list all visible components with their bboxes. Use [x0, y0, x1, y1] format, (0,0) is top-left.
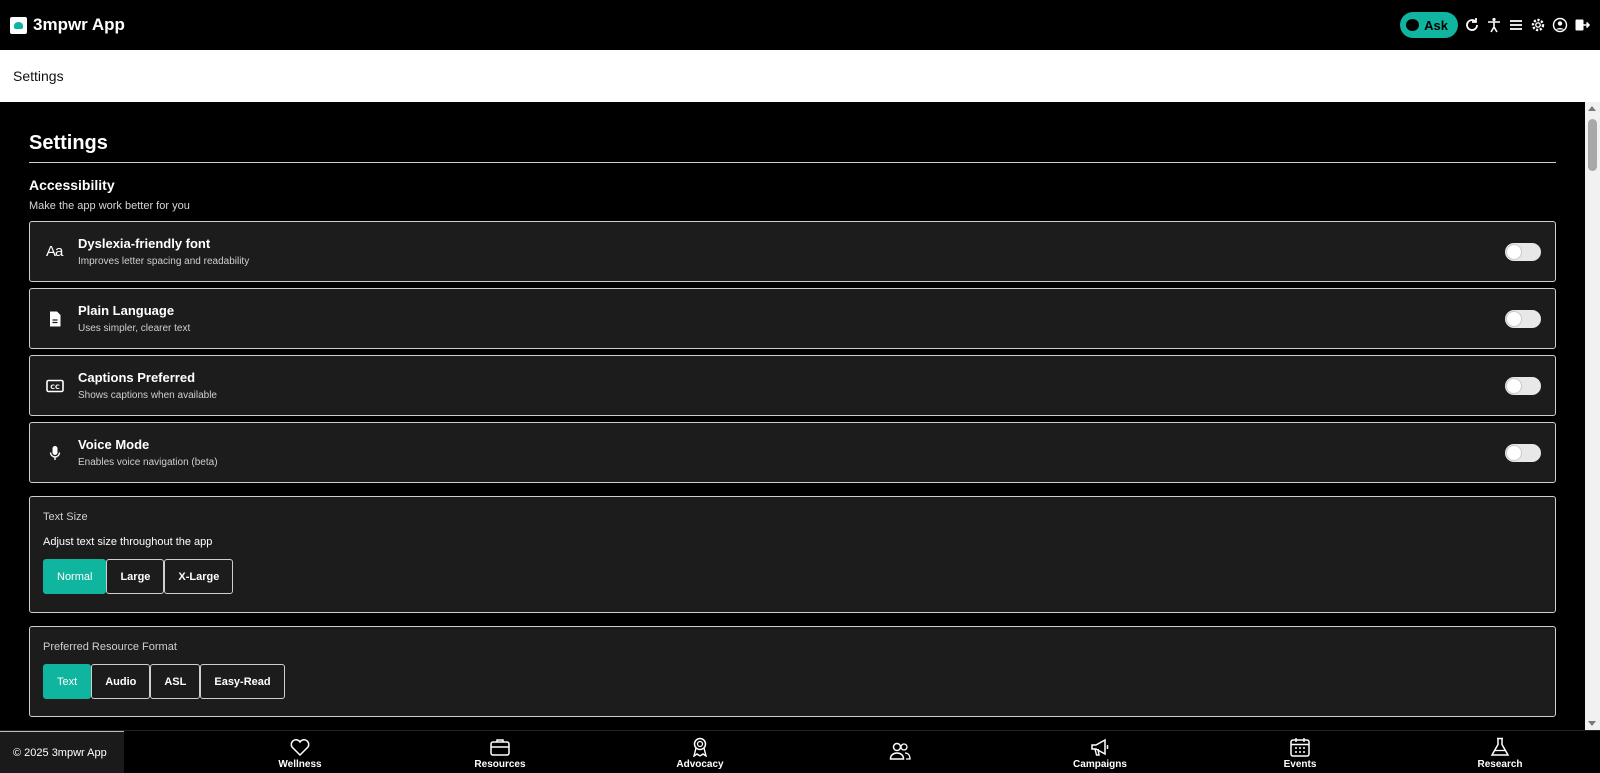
- font-icon: Aa: [46, 243, 63, 260]
- section-subtitle: Make the app work better for you: [29, 200, 190, 212]
- nav-resources[interactable]: Resources: [455, 737, 545, 770]
- format-audio-button[interactable]: Audio: [91, 664, 151, 699]
- ask-button[interactable]: Ask: [1400, 12, 1458, 38]
- calendar-icon: [1290, 738, 1310, 757]
- nav-label: Wellness: [278, 759, 322, 770]
- refresh-icon[interactable]: [1464, 17, 1480, 33]
- nav-label: Events: [1283, 759, 1317, 770]
- text-size-panel: Text Size Adjust text size throughout th…: [29, 496, 1556, 613]
- award-icon: [693, 737, 707, 757]
- option-plain-language: Plain Language Uses simpler, clearer tex…: [29, 288, 1556, 349]
- option-title: Plain Language: [78, 303, 175, 318]
- resource-format-selector: Text Audio ASL Easy-Read: [43, 664, 1542, 699]
- profile-icon[interactable]: [1552, 17, 1568, 33]
- nav-community[interactable]: [855, 741, 945, 763]
- text-size-desc: Adjust text size throughout the app: [43, 536, 213, 548]
- svg-text:CC: CC: [50, 383, 60, 391]
- microphone-icon: [46, 444, 64, 462]
- accessibility-icon[interactable]: [1486, 17, 1502, 33]
- bottom-nav: © 2025 3mpwr App Wellness Resources Advo…: [0, 730, 1600, 773]
- nav-label: Advocacy: [676, 759, 724, 770]
- text-size-xlarge-button[interactable]: X-Large: [164, 559, 234, 594]
- option-desc: Uses simpler, clearer text: [78, 323, 191, 334]
- option-title: Voice Mode: [78, 437, 150, 452]
- logout-icon[interactable]: [1574, 17, 1590, 33]
- app-name: 3mpwr App: [33, 15, 125, 34]
- captions-icon: CC: [46, 377, 64, 395]
- section-title: Accessibility: [29, 177, 115, 193]
- format-easy-read-button[interactable]: Easy-Read: [200, 664, 285, 699]
- heart-icon: [290, 739, 310, 757]
- gear-icon[interactable]: [1530, 17, 1546, 33]
- format-asl-button[interactable]: ASL: [150, 664, 201, 699]
- nav-label: Resources: [474, 759, 526, 770]
- ask-label: Ask: [1424, 17, 1448, 33]
- option-desc: Improves letter spacing and readability: [78, 256, 250, 267]
- briefcase-icon: [490, 739, 510, 756]
- option-title: Dyslexia-friendly font: [78, 236, 211, 251]
- copyright: © 2025 3mpwr App: [0, 731, 124, 773]
- plain-language-toggle[interactable]: [1505, 309, 1541, 328]
- captions-toggle[interactable]: [1505, 376, 1541, 395]
- resource-format-label: Preferred Resource Format: [43, 641, 177, 653]
- page-title: Settings: [29, 132, 1556, 163]
- top-bar: 3mpwr App Ask: [0, 0, 1600, 50]
- scrollbar[interactable]: [1585, 102, 1600, 730]
- megaphone-icon: [1091, 738, 1109, 756]
- brand[interactable]: 3mpwr App: [10, 15, 125, 35]
- menu-icon[interactable]: [1508, 17, 1524, 33]
- accessibility-options: Aa Dyslexia-friendly font Improves lette…: [29, 221, 1556, 483]
- text-size-label: Text Size: [43, 511, 88, 523]
- scroll-down-arrow-icon[interactable]: [1588, 721, 1596, 726]
- option-voice-mode: Voice Mode Enables voice navigation (bet…: [29, 422, 1556, 483]
- scroll-thumb[interactable]: [1588, 119, 1597, 171]
- nav-wellness[interactable]: Wellness: [255, 737, 345, 770]
- chat-bubble-icon: [1406, 19, 1420, 31]
- top-actions: Ask: [1400, 12, 1590, 38]
- nav-label: Research: [1477, 759, 1523, 770]
- breadcrumb: Settings: [0, 50, 1600, 102]
- nav-advocacy[interactable]: Advocacy: [655, 737, 745, 770]
- nav-research[interactable]: Research: [1455, 737, 1545, 770]
- breadcrumb-current: Settings: [13, 68, 64, 84]
- option-desc: Shows captions when available: [78, 390, 217, 401]
- format-text-button[interactable]: Text: [43, 664, 92, 699]
- option-desc: Enables voice navigation (beta): [78, 457, 218, 468]
- dyslexia-font-toggle[interactable]: [1505, 242, 1541, 261]
- nav-label: Campaigns: [1073, 759, 1127, 770]
- option-title: Captions Preferred: [78, 370, 196, 385]
- settings-content[interactable]: Settings Accessibility Make the app work…: [0, 102, 1585, 730]
- option-captions: CC Captions Preferred Shows captions whe…: [29, 355, 1556, 416]
- resource-format-panel: Preferred Resource Format Text Audio ASL…: [29, 626, 1556, 717]
- text-size-selector: Normal Large X-Large: [43, 559, 1542, 594]
- scroll-up-arrow-icon[interactable]: [1588, 106, 1596, 111]
- nav-campaigns[interactable]: Campaigns: [1055, 737, 1145, 770]
- flask-icon: [1490, 737, 1510, 756]
- text-size-large-button[interactable]: Large: [106, 559, 165, 594]
- voice-mode-toggle[interactable]: [1505, 443, 1541, 462]
- people-icon: [889, 742, 911, 760]
- nav-events[interactable]: Events: [1255, 737, 1345, 770]
- document-icon: [46, 310, 64, 328]
- option-dyslexia-font: Aa Dyslexia-friendly font Improves lette…: [29, 221, 1556, 282]
- app-logo-icon: [10, 16, 27, 34]
- text-size-normal-button[interactable]: Normal: [43, 559, 107, 594]
